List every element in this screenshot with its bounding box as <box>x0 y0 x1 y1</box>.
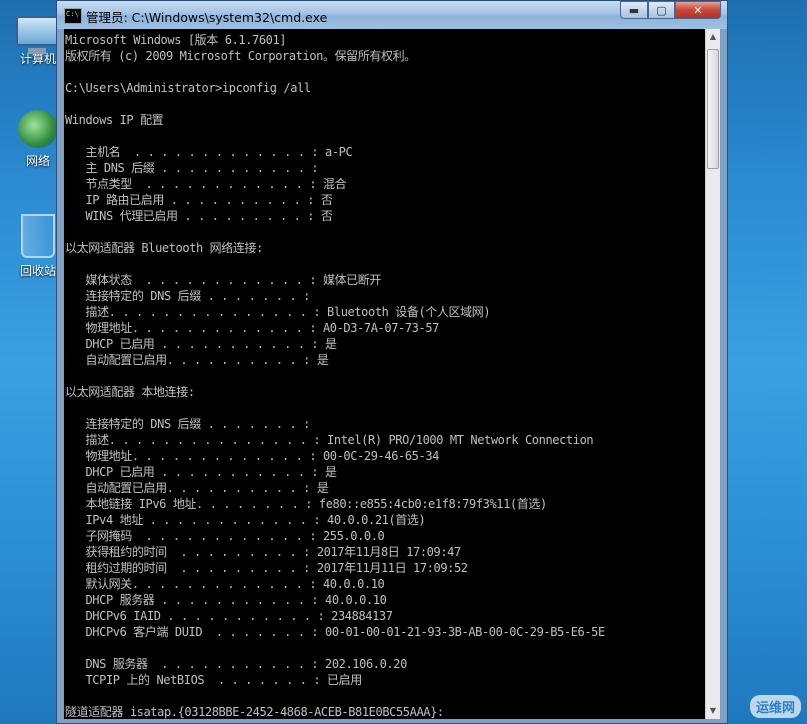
console-line: DHCP 服务器 . . . . . . . . . . . : 40.0.0.… <box>65 593 387 607</box>
console-line: 媒体状态 . . . . . . . . . . . . : 媒体已断开 <box>65 273 381 287</box>
console-line: DHCPv6 客户端 DUID . . . . . . . : 00-01-00… <box>65 625 605 639</box>
console-line: TCPIP 上的 NetBIOS . . . . . . . : 已启用 <box>65 673 362 687</box>
console-line: IPv4 地址 . . . . . . . . . . . . : 40.0.0… <box>65 513 426 527</box>
console-line: 主 DNS 后缀 . . . . . . . . . . . : <box>65 161 319 175</box>
console-line: WINS 代理已启用 . . . . . . . . . : 否 <box>65 209 333 223</box>
close-button[interactable]: ✕ <box>675 1 721 19</box>
console-line: 以太网适配器 Bluetooth 网络连接: <box>65 241 263 255</box>
console-line: 自动配置已启用. . . . . . . . . . : 是 <box>65 481 329 495</box>
console-line: 描述. . . . . . . . . . . . . . . : Blueto… <box>65 305 491 319</box>
desktop-icon-label: 回收站 <box>19 264 56 278</box>
scroll-thumb[interactable] <box>707 49 719 169</box>
maximize-button[interactable]: ▢ <box>648 1 675 19</box>
console-line: 本地链接 IPv6 地址. . . . . . . . : fe80::e855… <box>65 497 547 511</box>
console-line: 以太网适配器 本地连接: <box>65 385 195 399</box>
console-line: 版权所有 (c) 2009 Microsoft Corporation。保留所有… <box>65 49 416 63</box>
network-icon <box>18 110 58 148</box>
console-line: IP 路由已启用 . . . . . . . . . . : 否 <box>65 193 333 207</box>
console-output[interactable]: Microsoft Windows [版本 6.1.7601] 版权所有 (c) … <box>64 29 707 719</box>
console-line: 获得租约的时间 . . . . . . . . . : 2017年11月8日 1… <box>65 545 461 559</box>
window-title: 管理员: C:\Windows\system32\cmd.exe <box>86 10 328 25</box>
console-line: 默认网关. . . . . . . . . . . . . : 40.0.0.1… <box>65 577 385 591</box>
console-line: 租约过期的时间 . . . . . . . . . : 2017年11月11日 … <box>65 561 468 575</box>
console-line: 连接特定的 DNS 后缀 . . . . . . . : <box>65 417 310 431</box>
console-line: Microsoft Windows [版本 6.1.7601] <box>65 33 287 47</box>
console-line: C:\Users\Administrator>ipconfig /all <box>65 81 311 95</box>
console-line: 物理地址. . . . . . . . . . . . . : A0-D3-7A… <box>65 321 439 335</box>
computer-icon <box>16 16 60 54</box>
cmd-window: 管理员: C:\Windows\system32\cmd.exe ▬ ▢ ✕ M… <box>56 0 728 724</box>
watermark-logo: 运维网 <box>749 695 801 718</box>
window-controls: ▬ ▢ ✕ <box>620 1 721 19</box>
console-line: 主机名 . . . . . . . . . . . . . : a-PC <box>65 145 353 159</box>
scroll-down-arrow-icon[interactable]: ▼ <box>706 703 720 719</box>
desktop-icon-label: 计算机 <box>19 52 56 66</box>
console-line: 隧道适配器 isatap.{03128BBE-2452-4868-ACEB-B8… <box>65 705 444 719</box>
console-line: DHCP 已启用 . . . . . . . . . . . : 是 <box>65 465 337 479</box>
vertical-scrollbar[interactable]: ▲ ▼ <box>705 29 720 719</box>
console-line: 节点类型 . . . . . . . . . . . . : 混合 <box>65 177 347 191</box>
console-line: 连接特定的 DNS 后缀 . . . . . . . : <box>65 289 310 303</box>
console-line: DHCP 已启用 . . . . . . . . . . . : 是 <box>65 337 337 351</box>
console-line: 描述. . . . . . . . . . . . . . . : Intel(… <box>65 433 594 447</box>
title-bar[interactable]: 管理员: C:\Windows\system32\cmd.exe ▬ ▢ ✕ <box>57 1 727 29</box>
console-line: 自动配置已启用. . . . . . . . . . : 是 <box>65 353 329 367</box>
console-line: 物理地址. . . . . . . . . . . . . : 00-0C-29… <box>65 449 439 463</box>
console-lines: Microsoft Windows [版本 6.1.7601] 版权所有 (c) … <box>65 32 605 719</box>
console-line: DHCPv6 IAID . . . . . . . . . . . : 2348… <box>65 609 393 623</box>
console-line: DNS 服务器 . . . . . . . . . . . : 202.106.… <box>65 657 407 671</box>
console-line: 子网掩码 . . . . . . . . . . . . : 255.0.0.0 <box>65 529 385 543</box>
desktop-icon-label: 网络 <box>25 154 50 168</box>
recycle-bin-icon <box>21 214 55 258</box>
minimize-button[interactable]: ▬ <box>620 1 648 19</box>
scroll-up-arrow-icon[interactable]: ▲ <box>706 29 720 45</box>
console-line: Windows IP 配置 <box>65 113 164 127</box>
cmd-icon <box>64 8 82 24</box>
